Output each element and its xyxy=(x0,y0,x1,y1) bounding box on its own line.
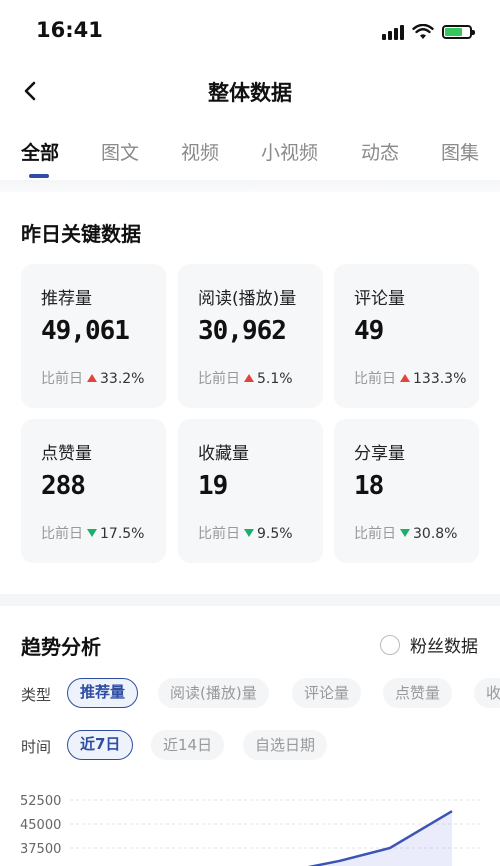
stat-change: 30.8% xyxy=(413,526,458,542)
stat-change: 33.2% xyxy=(100,371,145,387)
status-icons xyxy=(382,20,475,44)
fans-data-toggle[interactable]: 粉丝数据 xyxy=(380,632,478,657)
type-chip-favorite[interactable]: 收 xyxy=(474,678,500,708)
stat-compare: 比前日 30.8% xyxy=(354,523,457,543)
trend-down-icon xyxy=(400,529,410,537)
stat-label: 收藏量 xyxy=(198,444,249,464)
type-chip-comment[interactable]: 评论量 xyxy=(292,678,362,708)
active-tab-indicator xyxy=(29,174,49,178)
stat-value: 49 xyxy=(354,316,384,346)
tab-video[interactable]: 视频 xyxy=(181,138,219,165)
stat-compare: 比前日 5.1% xyxy=(198,368,293,388)
type-chip-like[interactable]: 点赞量 xyxy=(383,678,453,708)
nav-bar: 整体数据 xyxy=(0,62,500,122)
time-chip-7d[interactable]: 近7日 xyxy=(67,730,134,760)
stat-value: 19 xyxy=(198,471,228,501)
wifi-icon xyxy=(412,24,434,39)
stat-label: 点赞量 xyxy=(41,444,92,464)
signal-icon xyxy=(382,24,404,40)
stat-change: 17.5% xyxy=(100,526,145,542)
compare-label: 比前日 xyxy=(354,526,396,542)
stat-value: 30,962 xyxy=(198,316,287,346)
trend-up-icon xyxy=(87,374,97,382)
section-divider xyxy=(0,180,500,192)
stat-compare: 比前日 33.2% xyxy=(41,368,144,388)
stat-card-like[interactable]: 点赞量 288 比前日 17.5% xyxy=(21,419,166,563)
stat-compare: 比前日 17.5% xyxy=(41,523,144,543)
section-divider xyxy=(0,594,500,606)
content-tabs: 全部 图文 视频 小视频 动态 图集 xyxy=(0,122,500,180)
trend-down-icon xyxy=(244,529,254,537)
type-label: 类型 xyxy=(21,686,52,704)
y-tick-label: 45000 xyxy=(20,818,61,833)
trend-title: 趋势分析 xyxy=(21,635,101,659)
trend-down-icon xyxy=(87,529,97,537)
y-tick-label: 52500 xyxy=(20,794,61,809)
stat-value: 49,061 xyxy=(41,316,130,346)
battery-icon xyxy=(442,25,475,39)
status-time: 16:41 xyxy=(36,18,103,42)
stat-label: 推荐量 xyxy=(41,289,92,309)
tab-short-video[interactable]: 小视频 xyxy=(261,138,318,165)
compare-label: 比前日 xyxy=(198,526,240,542)
stat-change: 133.3% xyxy=(413,371,467,387)
series-area xyxy=(300,811,452,866)
compare-label: 比前日 xyxy=(354,371,396,387)
stat-card-favorite[interactable]: 收藏量 19 比前日 9.5% xyxy=(178,419,323,563)
radio-icon[interactable] xyxy=(380,634,400,655)
tab-gallery[interactable]: 图集 xyxy=(441,138,479,165)
stat-card-share[interactable]: 分享量 18 比前日 30.8% xyxy=(334,419,479,563)
stat-card-comment[interactable]: 评论量 49 比前日 133.3% xyxy=(334,264,479,408)
stat-label: 分享量 xyxy=(354,444,405,464)
stat-label: 阅读(播放)量 xyxy=(198,289,297,309)
page-title: 整体数据 xyxy=(208,81,292,105)
stat-change: 5.1% xyxy=(257,371,293,387)
stat-card-read[interactable]: 阅读(播放)量 30,962 比前日 5.1% xyxy=(178,264,323,408)
status-bar: 16:41 xyxy=(0,0,500,60)
stat-label: 评论量 xyxy=(354,289,405,309)
time-chip-custom[interactable]: 自选日期 xyxy=(243,730,328,760)
trend-up-icon xyxy=(400,374,410,382)
time-label: 时间 xyxy=(21,738,52,756)
tab-moments[interactable]: 动态 xyxy=(361,138,399,165)
stat-compare: 比前日 9.5% xyxy=(198,523,293,543)
trend-up-icon xyxy=(244,374,254,382)
type-chip-recommend[interactable]: 推荐量 xyxy=(67,678,139,708)
y-tick-label: 37500 xyxy=(20,842,61,857)
compare-label: 比前日 xyxy=(198,371,240,387)
compare-label: 比前日 xyxy=(41,371,83,387)
trend-chart: 52500 45000 37500 xyxy=(20,794,480,866)
tab-all[interactable]: 全部 xyxy=(21,138,59,165)
time-chip-14d[interactable]: 近14日 xyxy=(151,730,225,760)
stat-value: 288 xyxy=(41,471,86,501)
key-data-title: 昨日关键数据 xyxy=(21,222,141,246)
stat-card-recommend[interactable]: 推荐量 49,061 比前日 33.2% xyxy=(21,264,166,408)
stat-compare: 比前日 133.3% xyxy=(354,368,466,388)
stat-change: 9.5% xyxy=(257,526,293,542)
fans-data-label: 粉丝数据 xyxy=(410,637,478,657)
compare-label: 比前日 xyxy=(41,526,83,542)
type-chip-read[interactable]: 阅读(播放)量 xyxy=(158,678,269,708)
stat-value: 18 xyxy=(354,471,384,501)
tab-article[interactable]: 图文 xyxy=(101,138,139,165)
